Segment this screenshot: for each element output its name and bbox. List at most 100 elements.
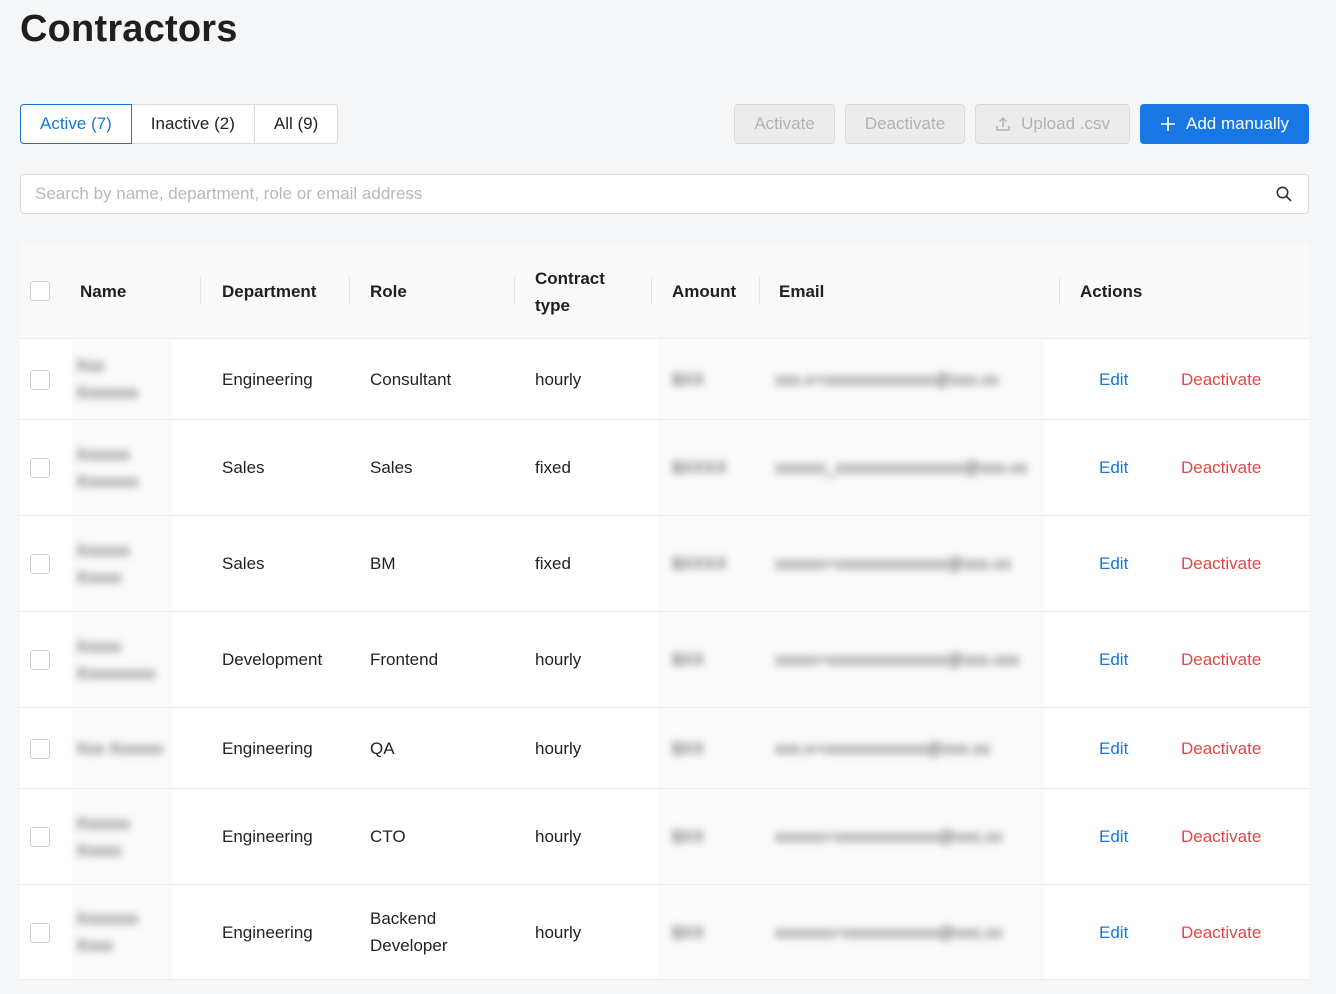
cell-department: Development bbox=[222, 650, 323, 669]
cell-department: Sales bbox=[222, 554, 265, 573]
row-checkbox[interactable] bbox=[30, 370, 50, 390]
header-name[interactable]: Name bbox=[80, 244, 126, 339]
cell-name: Xxxxxxx Xxxx bbox=[76, 909, 139, 955]
edit-link[interactable]: Edit bbox=[1099, 885, 1128, 979]
table-row: Xxxxxx Xxxxx Engineering CTO hourly $XX xxxxx… bbox=[20, 789, 1309, 885]
cell-role: BM bbox=[370, 554, 396, 573]
header-contract-type[interactable]: Contract type bbox=[535, 244, 635, 339]
deactivate-button-label: Deactivate bbox=[864, 114, 946, 133]
header-amount[interactable]: Amount bbox=[672, 244, 736, 339]
row-checkbox[interactable] bbox=[30, 650, 50, 670]
header-email[interactable]: Email bbox=[779, 244, 824, 339]
cell-name: Xxxxxx Xxxxxxx bbox=[76, 444, 139, 491]
cell-role: QA bbox=[370, 738, 395, 758]
table-row: Xxxxx Xxxxxxxxx Development Frontend hourly… bbox=[20, 612, 1309, 708]
cell-amount: $XX bbox=[672, 369, 705, 389]
upload-csv-button[interactable]: Upload .csv bbox=[975, 104, 1130, 144]
row-checkbox[interactable] bbox=[30, 739, 50, 759]
row-checkbox[interactable] bbox=[30, 458, 50, 478]
cell-email: xxxxxx+xxxxxxxxxxxxx@xxx.xx bbox=[775, 554, 1011, 573]
column-divider bbox=[1059, 277, 1060, 305]
activate-button[interactable]: Activate bbox=[734, 104, 835, 144]
table-row: Xxx Xxxxxx Engineering QA hourly $XX xxx.x+xx… bbox=[20, 708, 1309, 789]
activate-button-label: Activate bbox=[754, 114, 815, 133]
cell-amount: $XX bbox=[672, 650, 705, 669]
table-body: Xxx Xxxxxxx Engineering Consultant hourly $X… bbox=[20, 339, 1309, 980]
edit-link[interactable]: Edit bbox=[1099, 789, 1128, 884]
deactivate-link[interactable]: Deactivate bbox=[1181, 708, 1261, 788]
column-divider bbox=[514, 277, 515, 305]
deactivate-link[interactable]: Deactivate bbox=[1181, 516, 1261, 611]
table-header: Name Department Role Contract type Amoun… bbox=[20, 244, 1309, 339]
cell-contract-type: hourly bbox=[535, 650, 582, 669]
search-input[interactable] bbox=[21, 175, 1275, 213]
cell-amount: $XXXX bbox=[672, 458, 727, 477]
cell-role: CTO bbox=[370, 827, 406, 846]
cell-email: xxxxxx+xxxxxxxxxxxx@xxx.xx bbox=[775, 827, 1003, 846]
cell-amount: $XX bbox=[672, 738, 705, 758]
deactivate-link[interactable]: Deactivate bbox=[1181, 612, 1261, 707]
deactivate-link[interactable]: Deactivate bbox=[1181, 339, 1261, 419]
add-manually-button-label: Add manually bbox=[1185, 114, 1289, 133]
row-checkbox[interactable] bbox=[30, 923, 50, 943]
tab-active[interactable]: Active (7) bbox=[20, 104, 132, 144]
tab-all[interactable]: All (9) bbox=[253, 104, 339, 144]
cell-name: Xxx Xxxxxx bbox=[76, 738, 163, 758]
column-divider bbox=[651, 277, 652, 305]
search-bar bbox=[20, 174, 1309, 214]
deactivate-link[interactable]: Deactivate bbox=[1181, 885, 1261, 979]
cell-amount: $XXXX bbox=[672, 554, 727, 573]
column-divider bbox=[759, 277, 760, 305]
tab-inactive[interactable]: Inactive (2) bbox=[130, 104, 255, 144]
search-icon[interactable] bbox=[1275, 185, 1293, 203]
select-all-checkbox[interactable] bbox=[30, 281, 50, 301]
contractors-table: Name Department Role Contract type Amoun… bbox=[20, 244, 1309, 980]
cell-department: Engineering bbox=[222, 922, 313, 942]
table-row: Xxxxxxx Xxxx Engineering Backend Developer… bbox=[20, 885, 1309, 980]
table-row: Xxxxxx Xxxxx Sales BM fixed $XXXX xxxxxx+xxxx… bbox=[20, 516, 1309, 612]
row-checkbox[interactable] bbox=[30, 554, 50, 574]
cell-role: Frontend bbox=[370, 650, 439, 669]
deactivate-button[interactable]: Deactivate bbox=[844, 104, 966, 144]
cell-contract-type: hourly bbox=[535, 738, 582, 758]
edit-link[interactable]: Edit bbox=[1099, 516, 1128, 611]
cell-name: Xxx Xxxxxxx bbox=[76, 356, 139, 402]
header-department[interactable]: Department bbox=[222, 244, 316, 339]
cell-amount: $XX bbox=[672, 827, 705, 846]
cell-email: xxxxx+xxxxxxxxxxxxxx@xxx.xxx bbox=[775, 650, 1020, 669]
deactivate-link[interactable]: Deactivate bbox=[1181, 420, 1261, 515]
edit-link[interactable]: Edit bbox=[1099, 420, 1128, 515]
edit-link[interactable]: Edit bbox=[1099, 612, 1128, 707]
table-row: Xxxxxx Xxxxxxx Sales Sales fixed $XXXX xxxxxx… bbox=[20, 420, 1309, 516]
status-tabs: Active (7) Inactive (2) All (9) bbox=[20, 104, 339, 144]
cell-role: Consultant bbox=[370, 369, 452, 389]
toolbar: Activate Deactivate Upload .csv Add manu… bbox=[734, 104, 1309, 144]
cell-contract-type: hourly bbox=[535, 922, 582, 942]
cell-amount: $XX bbox=[672, 922, 705, 942]
edit-link[interactable]: Edit bbox=[1099, 339, 1128, 419]
cell-role: Sales bbox=[370, 458, 413, 477]
row-checkbox[interactable] bbox=[30, 827, 50, 847]
cell-email: xxxxxx_xxxxxxxxxxxxxxx@xxx.xx bbox=[775, 458, 1028, 477]
cell-contract-type: fixed bbox=[535, 458, 571, 477]
cell-department: Engineering bbox=[222, 369, 313, 389]
cell-name: Xxxxxx Xxxxx bbox=[76, 813, 130, 860]
deactivate-link[interactable]: Deactivate bbox=[1181, 789, 1261, 884]
cell-contract-type: hourly bbox=[535, 369, 582, 389]
plus-icon bbox=[1160, 116, 1176, 132]
table-row: Xxx Xxxxxxx Engineering Consultant hourly $X… bbox=[20, 339, 1309, 420]
add-manually-button[interactable]: Add manually bbox=[1139, 104, 1309, 144]
cell-role: Backend Developer bbox=[370, 909, 448, 955]
upload-icon bbox=[995, 116, 1011, 132]
header-role[interactable]: Role bbox=[370, 244, 407, 339]
cell-department: Engineering bbox=[222, 738, 313, 758]
page-title: Contractors bbox=[20, 8, 238, 50]
cell-contract-type: fixed bbox=[535, 554, 571, 573]
cell-name: Xxxxxx Xxxxx bbox=[76, 540, 130, 587]
cell-contract-type: hourly bbox=[535, 827, 582, 846]
cell-department: Sales bbox=[222, 458, 265, 477]
cell-email: xxx.x+xxxxxxxxxxxx@xxx.xx bbox=[775, 738, 991, 758]
edit-link[interactable]: Edit bbox=[1099, 708, 1128, 788]
upload-csv-button-label: Upload .csv bbox=[1021, 114, 1110, 133]
cell-name: Xxxxx Xxxxxxxxx bbox=[76, 636, 156, 683]
